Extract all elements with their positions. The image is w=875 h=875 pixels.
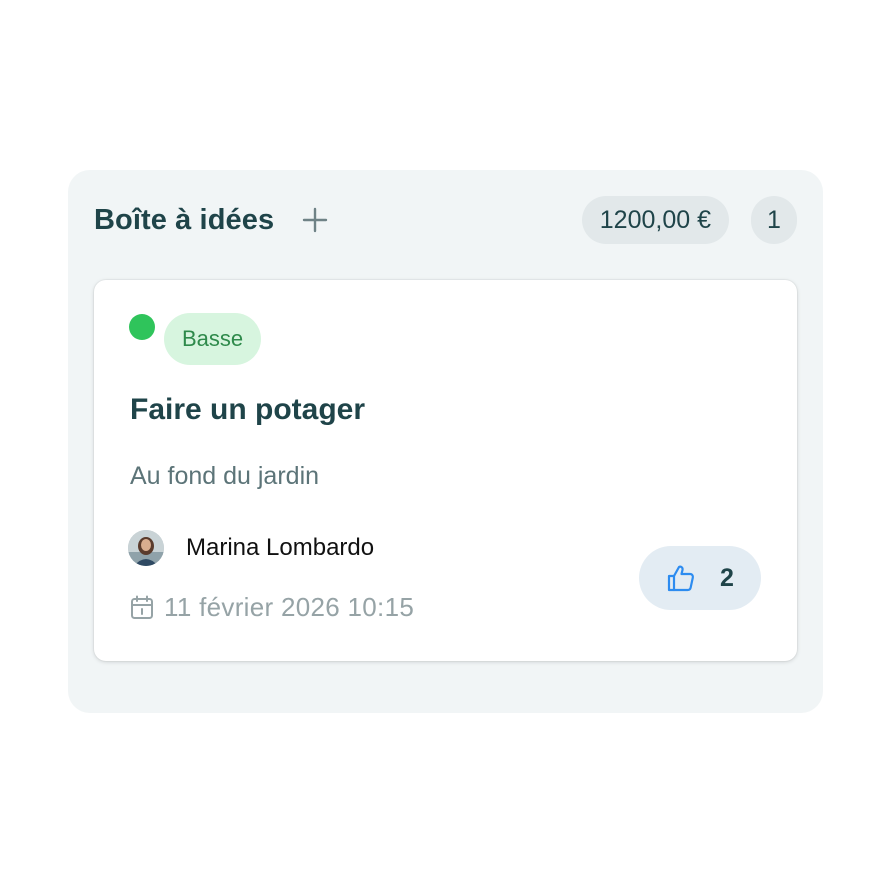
status-dot xyxy=(129,314,155,340)
total-amount: 1200,00 € xyxy=(599,205,711,234)
card-author: Marina Lombardo xyxy=(128,530,374,566)
priority-tag: Basse xyxy=(164,313,262,365)
total-amount-badge: 1200,00 € xyxy=(581,196,729,244)
column-header: Boîte à idées 1200,00 € 1 xyxy=(94,196,797,244)
like-button[interactable]: 2 xyxy=(639,546,761,610)
add-card-button[interactable] xyxy=(300,205,330,235)
thumbs-up-icon xyxy=(667,565,695,592)
card-date: 11 février 2026 10:15 xyxy=(130,592,414,623)
like-count: 2 xyxy=(720,563,734,592)
avatar xyxy=(128,530,164,566)
author-name: Marina Lombardo xyxy=(186,534,375,561)
card-count: 1 xyxy=(767,205,781,234)
idea-card[interactable]: Basse Faire un potager Au fond du jardin… xyxy=(94,280,797,661)
idea-column: Boîte à idées 1200,00 € 1 Basse Faire un… xyxy=(68,170,823,713)
plus-icon xyxy=(303,207,328,233)
calendar-icon xyxy=(131,595,153,619)
priority-label: Basse xyxy=(182,326,244,351)
date-text: 11 février 2026 10:15 xyxy=(164,592,415,622)
card-title: Faire un potager xyxy=(130,393,366,426)
card-description: Au fond du jardin xyxy=(130,462,320,490)
column-title: Boîte à idées xyxy=(94,203,275,236)
card-count-badge: 1 xyxy=(751,196,797,244)
